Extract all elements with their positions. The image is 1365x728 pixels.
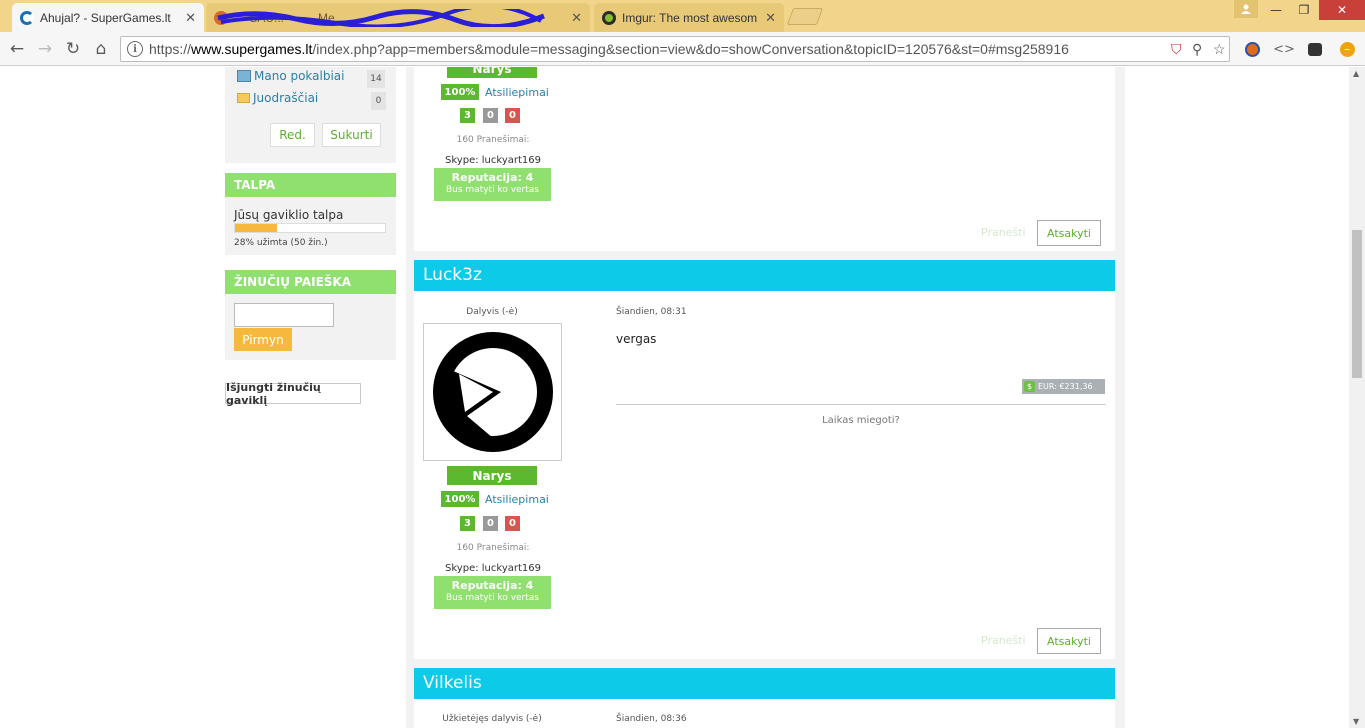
inbox-icon xyxy=(237,70,251,82)
bookmark-star-icon[interactable]: ☆ xyxy=(1213,41,1226,58)
feedback-link[interactable]: Atsiliepimai xyxy=(485,493,549,506)
avatar[interactable] xyxy=(423,323,562,461)
url-prefix: https:// xyxy=(149,41,192,57)
new-tab-button[interactable] xyxy=(786,8,824,25)
forward-arrow-icon[interactable]: → xyxy=(34,38,56,60)
address-bar[interactable]: i https://www.supergames.lt/index.php?ap… xyxy=(120,36,1230,62)
feedback-percent-badge: 100% xyxy=(441,491,479,507)
page-scrollbar[interactable]: ▲ ▼ xyxy=(1349,67,1365,728)
storage-header: TALPA xyxy=(225,173,396,197)
close-icon[interactable]: ✕ xyxy=(571,10,582,26)
scrollbar-thumb[interactable] xyxy=(1352,230,1362,378)
scroll-up-icon[interactable]: ▲ xyxy=(1353,69,1359,78)
author-role: Užkietėjęs dalyvis (-ė) xyxy=(442,714,542,724)
reply-button[interactable]: Atsakyti xyxy=(1037,628,1101,654)
rank-badge: Narys xyxy=(447,466,537,485)
feedback-percent-badge: 100% xyxy=(441,84,479,100)
negative-score: 0 xyxy=(505,108,520,123)
imgur-favicon-icon xyxy=(602,10,616,25)
close-icon[interactable]: ✕ xyxy=(185,10,196,26)
reputation-box: Reputacija: 4 Bus matyti ko vertas xyxy=(434,576,551,609)
minimize-icon[interactable]: — xyxy=(1262,0,1290,20)
storage-label: Jūsų gaviklio talpa xyxy=(234,208,344,222)
reputation-title: Reputacija: 4 xyxy=(451,171,534,184)
search-go-button[interactable]: Pirmyn xyxy=(234,328,292,351)
code-view-icon[interactable]: <> xyxy=(1273,40,1295,58)
money-value: EUR: €231,36 xyxy=(1038,382,1093,391)
window-close-icon[interactable]: ✕ xyxy=(1319,0,1365,20)
feedback-link[interactable]: Atsiliepimai xyxy=(485,86,549,99)
page-content: Mano pokalbiai 14 Juodraščiai 0 Red. Suk… xyxy=(0,67,1349,728)
reload-icon[interactable]: ↻ xyxy=(62,38,84,60)
content-blocked-icon[interactable]: ⛉ xyxy=(1171,41,1182,58)
reputation-subtitle: Bus matyti ko vertas xyxy=(445,593,539,603)
folder-drafts[interactable]: Juodraščiai xyxy=(237,91,318,105)
create-button[interactable]: Sukurti xyxy=(322,123,381,147)
folder-count: 0 xyxy=(371,92,386,110)
folder-label: Juodraščiai xyxy=(253,91,319,105)
tab-supergames[interactable]: Ahujal? - SuperGames.lt ✕ xyxy=(12,3,204,32)
user-profile-icon[interactable] xyxy=(1234,0,1258,18)
zoom-icon[interactable]: ⚲ xyxy=(1192,41,1202,58)
signature: Laikas miegoti? xyxy=(822,415,900,426)
extension-firefox-icon[interactable] xyxy=(1243,40,1261,58)
post-count: 160 Pranešimai: xyxy=(456,135,530,145)
reputation-title: Reputacija: 4 xyxy=(451,579,534,592)
tab-redacted[interactable]: — SAU... — — Me... ✕ xyxy=(206,3,590,32)
money-icon: $ xyxy=(1024,381,1035,392)
positive-score: 3 xyxy=(460,516,475,531)
disable-messenger-button[interactable]: Išjungti žinučių gaviklį xyxy=(225,381,361,407)
neutral-score: 0 xyxy=(483,516,498,531)
url-host: www.supergames.lt xyxy=(191,41,313,57)
url-path: /index.php?app=members&module=messaging&… xyxy=(312,41,1069,57)
tab-title: Ahujal? - SuperGames.lt xyxy=(40,10,171,25)
skype-info: Skype: luckyart169 xyxy=(445,563,541,574)
skype-info: Skype: luckyart169 xyxy=(445,155,541,166)
browser-toolbar: ← → ↻ ⌂ i https://www.supergames.lt/inde… xyxy=(0,32,1365,66)
tab-bar: Ahujal? - SuperGames.lt ✕ — SAU... — — M… xyxy=(0,0,1365,32)
post-date: Šiandien, 08:31 xyxy=(616,307,687,317)
report-link[interactable]: Pranešti xyxy=(981,634,1026,647)
money-badge: $ EUR: €231,36 xyxy=(1022,379,1105,394)
tab-imgur[interactable]: Imgur: The most awesom ✕ xyxy=(594,3,784,32)
storage-progress-fill xyxy=(235,224,277,232)
search-header: ŽINUČIŲ PAIEŠKA xyxy=(225,270,396,294)
menu-icon[interactable]: – xyxy=(1338,40,1356,58)
post-date: Šiandien, 08:36 xyxy=(616,714,687,724)
edit-button[interactable]: Red. xyxy=(270,123,315,147)
post-author-header[interactable]: Luck3z xyxy=(414,260,1115,291)
storage-progress-bar xyxy=(234,223,386,233)
folder-icon xyxy=(237,93,250,103)
folder-label: Mano pokalbiai xyxy=(254,69,345,83)
scroll-down-icon[interactable]: ▼ xyxy=(1353,717,1359,726)
signature-divider xyxy=(616,404,1106,405)
extension-tabs-icon[interactable] xyxy=(1306,40,1324,58)
restore-icon[interactable]: ❐ xyxy=(1290,0,1318,20)
negative-score: 0 xyxy=(505,516,520,531)
redaction-scribble-icon xyxy=(217,9,545,27)
author-role: Dalyvis (-ė) xyxy=(466,307,518,317)
close-icon[interactable]: ✕ xyxy=(765,10,776,26)
avatar-logo-icon xyxy=(432,332,553,452)
home-icon[interactable]: ⌂ xyxy=(90,38,112,60)
rank-badge: Narys xyxy=(447,67,537,78)
folder-my-conversations[interactable]: Mano pokalbiai xyxy=(237,69,345,83)
neutral-score: 0 xyxy=(483,108,498,123)
storage-note: 28% užimta (50 žin.) xyxy=(234,238,328,248)
folder-count: 14 xyxy=(367,70,385,88)
post-author-header[interactable]: Vilkelis xyxy=(414,668,1115,699)
reputation-subtitle: Bus matyti ko vertas xyxy=(445,185,539,195)
post-count: 160 Pranešimai: xyxy=(456,543,530,553)
supergames-favicon-icon xyxy=(20,10,34,25)
report-link[interactable]: Pranešti xyxy=(981,226,1026,239)
post-message: vergas xyxy=(616,332,657,346)
reputation-box: Reputacija: 4 Bus matyti ko vertas xyxy=(434,168,551,201)
back-arrow-icon[interactable]: ← xyxy=(6,38,28,60)
reply-button[interactable]: Atsakyti xyxy=(1037,220,1101,246)
site-info-icon[interactable]: i xyxy=(127,41,143,57)
tab-title: Imgur: The most awesom xyxy=(622,10,758,25)
positive-score: 3 xyxy=(460,108,475,123)
message-search-input[interactable] xyxy=(234,303,334,327)
